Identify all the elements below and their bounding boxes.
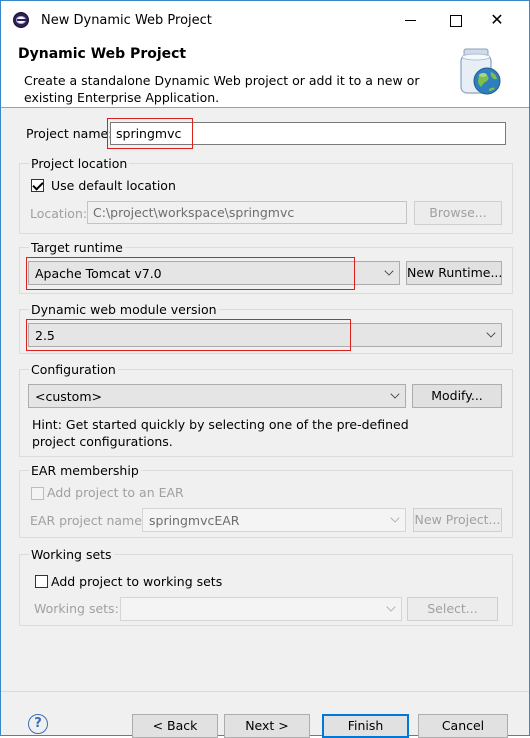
- maximize-button[interactable]: [443, 8, 467, 32]
- configuration-value: <custom>: [35, 389, 102, 404]
- chevron-down-icon: [390, 389, 400, 399]
- help-icon[interactable]: ?: [28, 714, 48, 734]
- add-to-working-sets-checkbox[interactable]: [35, 575, 48, 588]
- module-version-select[interactable]: 2.5: [28, 323, 502, 347]
- add-to-ear-checkbox[interactable]: [31, 487, 44, 500]
- select-working-sets-button[interactable]: Select...: [407, 597, 498, 621]
- module-version-value: 2.5: [35, 328, 55, 343]
- next-button[interactable]: Next >: [224, 714, 310, 738]
- configuration-select[interactable]: <custom>: [28, 384, 406, 408]
- configuration-hint: Hint: Get started quickly by selecting o…: [32, 417, 409, 449]
- web-project-jar-globe-icon: [460, 48, 501, 95]
- new-runtime-button[interactable]: New Runtime...: [406, 261, 502, 285]
- ear-project-name-select[interactable]: springmvcEAR: [142, 508, 406, 532]
- chevron-down-icon: [390, 513, 400, 523]
- chevron-down-icon: [486, 328, 496, 338]
- modify-button[interactable]: Modify...: [412, 384, 502, 408]
- new-dynamic-web-project-dialog: New Dynamic Web Project ✕ Dynamic Web Pr…: [0, 0, 530, 738]
- location-label: Location:: [30, 206, 88, 221]
- target-runtime-title: Target runtime: [29, 240, 125, 255]
- location-input[interactable]: C:\project\workspace\springmvc: [87, 201, 407, 224]
- project-name-label: Project name:: [26, 126, 113, 141]
- ear-project-name-value: springmvcEAR: [149, 513, 240, 528]
- use-default-location-checkbox[interactable]: [31, 179, 44, 192]
- footer-separator: [1, 691, 529, 692]
- module-version-title: Dynamic web module version: [29, 302, 219, 317]
- add-to-working-sets-label: Add project to working sets: [51, 574, 223, 589]
- window-title: New Dynamic Web Project: [41, 13, 212, 28]
- eclipse-icon: [13, 12, 29, 28]
- working-sets-label: Working sets:: [34, 601, 119, 616]
- use-default-location-label: Use default location: [51, 178, 176, 193]
- project-location-title: Project location: [29, 156, 130, 171]
- configuration-title: Configuration: [29, 362, 118, 377]
- page-title: Dynamic Web Project: [18, 46, 187, 62]
- add-to-ear-label: Add project to an EAR: [47, 485, 184, 500]
- cancel-button[interactable]: Cancel: [418, 714, 508, 738]
- finish-button[interactable]: Finish: [322, 714, 409, 738]
- page-description: Create a standalone Dynamic Web project …: [24, 73, 420, 105]
- target-runtime-select[interactable]: Apache Tomcat v7.0: [28, 261, 400, 285]
- working-sets-title: Working sets: [29, 547, 114, 562]
- back-button[interactable]: < Back: [132, 714, 218, 738]
- title-bar: New Dynamic Web Project ✕: [1, 1, 529, 39]
- wizard-header: Dynamic Web Project Create a standalone …: [1, 39, 529, 108]
- chevron-down-icon: [386, 602, 396, 612]
- close-button[interactable]: ✕: [485, 8, 509, 32]
- project-name-input[interactable]: springmvc: [110, 122, 506, 145]
- minimize-button[interactable]: [398, 8, 422, 32]
- working-sets-select[interactable]: [120, 597, 402, 621]
- new-ear-project-button[interactable]: New Project...: [413, 508, 502, 532]
- target-runtime-value: Apache Tomcat v7.0: [35, 266, 162, 281]
- chevron-down-icon: [384, 266, 394, 276]
- ear-membership-title: EAR membership: [29, 463, 141, 478]
- browse-button[interactable]: Browse...: [414, 201, 502, 225]
- ear-project-name-label: EAR project name:: [30, 513, 147, 528]
